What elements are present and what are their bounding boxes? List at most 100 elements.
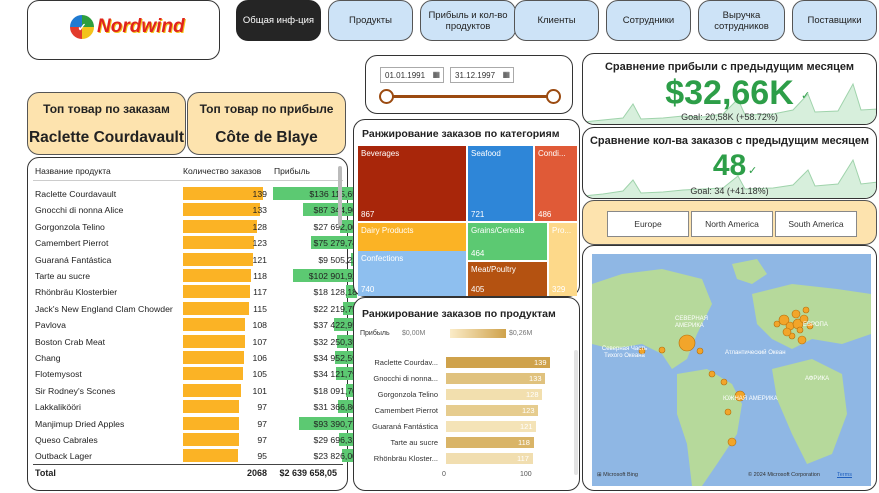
table-row[interactable]: Chang 106 $34 952,59 (33, 350, 364, 366)
nav-employee-revenue[interactable]: Выручка сотрудников (698, 0, 785, 41)
bar-row[interactable]: Rhönbräu Kloster... 117 (358, 452, 568, 466)
nav-suppliers[interactable]: Поставщики (792, 0, 877, 41)
date-slider-end-handle[interactable] (546, 89, 561, 104)
product-name: Raclette Courdavault (35, 189, 117, 199)
legend-title: Прибыль (360, 330, 390, 337)
treemap-tile[interactable]: Seafood 721 (468, 146, 533, 221)
nav-clients[interactable]: Клиенты (514, 0, 599, 41)
legend-max: $0,26M (509, 330, 533, 337)
table-row[interactable]: Manjimup Dried Apples 97 $93 390,77 (33, 416, 364, 432)
bar-label: Gnocchi di nonna... (373, 374, 438, 383)
profit-value: $18 128,18 (313, 287, 357, 298)
nav-profit-quantity[interactable]: Прибыль и кол-во продуктов (420, 0, 516, 41)
table-row[interactable]: Flotemysost 105 $34 121,79 (33, 366, 364, 382)
product-name: Jack's New England Clam Chowder (35, 303, 173, 314)
bar-value: 121 (520, 422, 533, 431)
bar-row[interactable]: Raclette Courdav... 139 (358, 356, 568, 370)
treemap-tile[interactable]: Pro... 329 (549, 223, 577, 296)
bar-row[interactable]: Camembert Pierrot 123 (358, 404, 568, 418)
treemap-tile[interactable]: Condi... 486 (535, 146, 577, 221)
category-treemap[interactable]: Beverages 867 Seafood 721 Condi... 486 Dairy P… (358, 146, 577, 296)
logo-globe-icon: ✓ (70, 15, 94, 39)
region-europe-button[interactable]: Europe (607, 211, 689, 237)
total-label: Total (35, 468, 56, 478)
tile-label: Condi... (538, 149, 566, 158)
top-orders-title: Топ товар по заказам (43, 102, 170, 116)
calendar-icon[interactable]: ▦ (432, 70, 440, 79)
qty-value: 117 (253, 287, 267, 298)
header-divider (33, 180, 343, 181)
table-row[interactable]: Guaraná Fantástica 121 $9 505,22 (33, 252, 364, 268)
table-row[interactable]: Sir Rodney's Scones 101 $18 091,70 (33, 383, 364, 399)
table-row[interactable]: Gorgonzola Telino 128 $27 692,00 (33, 219, 364, 235)
bar-chart-scrollbar[interactable] (574, 350, 578, 475)
table-row[interactable]: Tarte au sucre 118 $102 901,92 (33, 268, 364, 284)
profit-value: $27 692,00 (313, 221, 357, 232)
treemap-tile[interactable]: Grains/Cereals 464 (468, 223, 547, 260)
bar-row[interactable]: Gnocchi di nonna... 133 (358, 372, 568, 386)
table-row[interactable]: Raclette Courdavault 139 $136 115,65 (33, 186, 364, 202)
product-name: Pavlova (35, 320, 66, 331)
treemap-tile[interactable]: Meat/Poultry 405 (468, 262, 547, 296)
total-divider (33, 464, 343, 465)
map-label-north-america: СЕВЕРНАЯ АМЕРИКА (675, 316, 709, 329)
bing-logo: ⊞ Microsoft Bing (597, 472, 638, 478)
nav-employees[interactable]: Сотрудники (606, 0, 691, 41)
bar-label: Raclette Courdav... (374, 358, 438, 367)
qty-value: 97 (257, 418, 267, 429)
region-north-america-button[interactable]: North America (691, 211, 773, 237)
kpi-orders-value: 48 (712, 149, 747, 182)
product-name: Gorgonzola Telino (35, 221, 105, 232)
kpi-orders-goal: Goal: 34 (+41.18%) (690, 186, 769, 196)
profit-value: $37 422,95 (313, 320, 357, 331)
tile-value: 867 (361, 210, 375, 219)
product-bar-chart-card: Ранжирование заказов по продуктам Прибыл… (353, 297, 580, 491)
col-header-name[interactable]: Название продукта (35, 166, 111, 176)
table-row[interactable]: Camembert Pierrot 123 $75 279,74 (33, 235, 364, 251)
bar-row[interactable]: Tarte au sucre 118 (358, 436, 568, 450)
kpi-check-icon: ✓ (801, 90, 811, 102)
bar-value: 139 (534, 358, 547, 367)
product-name: Lakkalikööri (35, 402, 81, 413)
table-scrollbar[interactable] (338, 166, 342, 226)
map-copyright: © 2024 Microsoft Corporation (748, 472, 820, 478)
logo: ✓ Nordwind (70, 15, 185, 39)
table-row[interactable]: Jack's New England Clam Chowder 115 $22 21… (33, 301, 364, 317)
date-to-input[interactable]: 31.12.1997 ▦ (450, 67, 514, 83)
tile-label: Beverages (361, 149, 400, 158)
tile-label: Meat/Poultry (471, 265, 516, 274)
bing-brand: Microsoft Bing (603, 472, 638, 478)
product-name: Sir Rodney's Scones (35, 385, 116, 396)
bar-value: 133 (529, 374, 542, 383)
table-row[interactable]: Boston Crab Meat 107 $32 250,35 (33, 334, 364, 350)
table-row[interactable]: Queso Cabrales 97 $29 696,31 (33, 432, 364, 448)
bar-label: Gorgonzola Telino (377, 390, 438, 399)
profit-value: $75 279,74 (313, 238, 357, 249)
table-row[interactable]: Pavlova 108 $37 422,95 (33, 317, 364, 333)
date-slider-start-handle[interactable] (379, 89, 394, 104)
kpi-profit-title: Сравнение прибыли с предыдущим месяцем (604, 61, 855, 73)
treemap-tile[interactable]: Beverages 867 (358, 146, 466, 221)
world-map[interactable] (592, 254, 871, 486)
region-south-america-button[interactable]: South America (775, 211, 857, 237)
nav-products[interactable]: Продукты (328, 0, 413, 41)
logo-card: ✓ Nordwind (27, 0, 220, 60)
product-name: Gnocchi di nonna Alice (35, 205, 124, 216)
map-label-atlantic: Атлантический Океан (725, 350, 786, 356)
col-header-profit[interactable]: Прибыль (274, 166, 310, 176)
nav-general-info[interactable]: Общая инф-ция (236, 0, 321, 41)
bar-row[interactable]: Gorgonzola Telino 128 (358, 388, 568, 402)
date-to-value: 31.12.1997 (455, 71, 496, 80)
bar-row[interactable]: Guaraná Fantástica 121 (358, 420, 568, 434)
table-row[interactable]: Outback Lager 95 $23 826,00 (33, 448, 364, 464)
map-terms-link[interactable]: Terms (837, 472, 852, 478)
calendar-icon[interactable]: ▦ (502, 70, 510, 79)
table-row[interactable]: Lakkalikööri 97 $31 366,80 (33, 399, 364, 415)
date-from-input[interactable]: 01.01.1991 ▦ (380, 67, 444, 83)
treemap-tile[interactable]: Confections 740 (358, 251, 466, 296)
profit-value: $34 952,59 (313, 353, 357, 363)
table-row[interactable]: Rhönbräu Klosterbier 117 $18 128,18 (33, 284, 364, 300)
col-header-qty[interactable]: Количество заказов (183, 166, 261, 176)
date-slider-track[interactable] (383, 95, 558, 98)
table-row[interactable]: Gnocchi di nonna Alice 133 $87 344,90 (33, 202, 364, 218)
